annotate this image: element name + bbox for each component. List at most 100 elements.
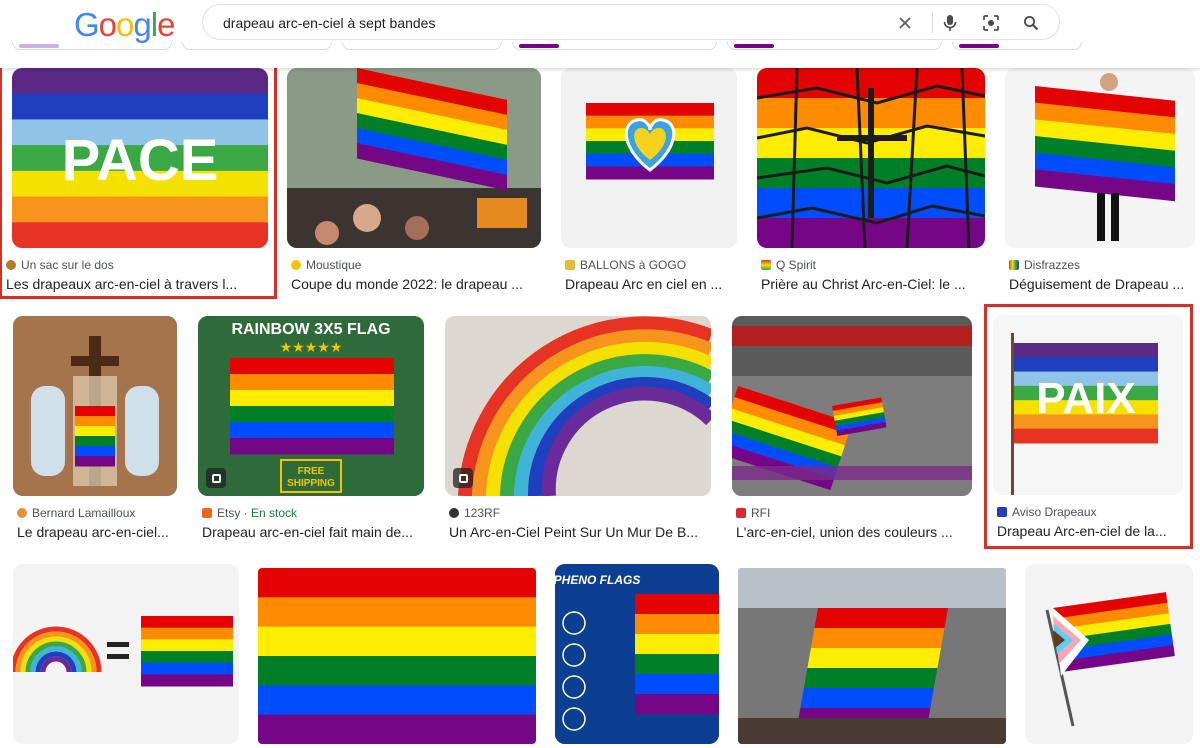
product-tag-icon (206, 468, 226, 488)
microphone-icon[interactable] (940, 13, 960, 33)
result-title[interactable]: Prière au Christ Arc-en-Ciel: le ... (761, 276, 987, 292)
flag-stripe (258, 714, 536, 744)
result-thumbnail[interactable] (1005, 68, 1195, 248)
flag-stripe (141, 627, 233, 640)
result-source[interactable]: 123RF (449, 506, 500, 520)
result-card[interactable]: RFI L'arc-en-ciel, union des couleurs ..… (732, 316, 972, 546)
result-title[interactable]: Le drapeau arc-en-ciel... (17, 524, 179, 540)
flag-stripe (12, 68, 268, 95)
result-card[interactable]: PAIX Aviso Drapeaux Drapeau Arc-en-ciel … (984, 304, 1193, 549)
result-card[interactable]: PHENO FLAGS (555, 564, 719, 744)
result-source[interactable]: Un sac sur le dos (6, 258, 114, 272)
clear-icon[interactable] (895, 13, 915, 33)
result-card[interactable]: BALLONS à GOGO Drapeau Arc en ciel en ..… (561, 68, 737, 298)
rainbow-flag (635, 594, 719, 715)
flag-text: PACE (62, 128, 219, 193)
result-thumbnail[interactable] (445, 316, 711, 496)
stock-status: En stock (251, 506, 298, 520)
flag-stripe (258, 568, 536, 598)
result-title[interactable]: Les drapeaux arc-en-ciel à travers l... (6, 276, 256, 292)
flag-stripe (807, 648, 941, 669)
result-thumbnail[interactable]: PACE (12, 68, 268, 248)
flag-stripe (1014, 357, 1158, 373)
filter-chip[interactable] (952, 42, 1082, 50)
flag-stripe (141, 674, 233, 687)
result-source[interactable]: Disfrazzes (1009, 258, 1080, 272)
search-divider (932, 13, 933, 33)
result-card[interactable] (738, 568, 1006, 744)
result-card[interactable]: 123RF Un Arc-en-Ciel Peint Sur Un Mur De… (445, 316, 713, 546)
flag-stripe (814, 608, 948, 629)
result-source[interactable]: Etsy · En stock (202, 506, 297, 520)
result-source[interactable]: RFI (736, 506, 770, 520)
result-card[interactable]: Moustique Coupe du monde 2022: le drapea… (287, 68, 543, 298)
result-title[interactable]: Drapeau Arc en ciel en ... (565, 276, 739, 292)
rating-stars-icon: ★★★★★ (280, 339, 343, 355)
filter-chip[interactable] (512, 42, 717, 50)
ad-heading: RAINBOW 3X5 FLAG (231, 321, 390, 338)
flag-stripe (141, 662, 233, 675)
flag-stripe (635, 694, 719, 715)
search-box[interactable]: drapeau arc-en-ciel à sept bandes (202, 4, 1060, 40)
result-source[interactable]: BALLONS à GOGO (565, 258, 686, 272)
result-thumbnail[interactable] (757, 68, 985, 248)
result-card[interactable] (1025, 564, 1193, 744)
result-title[interactable]: Coupe du monde 2022: le drapeau ... (291, 276, 539, 292)
flag-stripe (230, 422, 394, 439)
rainbow-flag (1035, 86, 1175, 202)
result-title[interactable]: Un Arc-en-Ciel Peint Sur Un Mur De B... (449, 524, 713, 540)
result-card[interactable] (13, 564, 239, 744)
filter-chips (0, 42, 1200, 50)
result-title[interactable]: Déguisement de Drapeau ... (1009, 276, 1197, 292)
flag-stripe (75, 426, 115, 437)
result-thumbnail[interactable] (738, 568, 1006, 744)
filter-chip[interactable] (182, 42, 332, 50)
result-title[interactable]: Drapeau Arc-en-ciel de la... (997, 523, 1182, 539)
search-icon[interactable] (1021, 13, 1041, 33)
lens-icon[interactable] (981, 13, 1001, 33)
result-thumbnail[interactable] (561, 68, 737, 248)
flag-stripe (12, 93, 268, 120)
result-thumbnail[interactable] (287, 68, 541, 248)
filter-chip[interactable] (12, 42, 172, 50)
result-thumbnail[interactable]: PHENO FLAGS (555, 564, 719, 744)
google-logo[interactable]: Google (74, 6, 175, 44)
result-thumbnail[interactable] (732, 316, 972, 496)
image-icon (453, 468, 473, 488)
result-title[interactable]: L'arc-en-ciel, union des couleurs ... (736, 524, 974, 540)
result-source[interactable]: Q Spirit (761, 258, 816, 272)
flag-stripe (12, 196, 268, 223)
result-card[interactable]: Disfrazzes Déguisement de Drapeau ... (1005, 68, 1195, 298)
filter-chip[interactable] (342, 42, 502, 50)
flag-stripe (230, 406, 394, 423)
result-card[interactable]: Bernard Lamailloux Le drapeau arc-en-cie… (13, 316, 179, 546)
rainbow-flag (75, 406, 115, 467)
flag-stripe (258, 597, 536, 628)
brand-logo: PHENO FLAGS (555, 573, 640, 587)
flag-stripe (75, 416, 115, 427)
logo-letter: o (98, 6, 117, 43)
flag-stripe (230, 390, 394, 407)
filter-chip[interactable] (727, 42, 942, 50)
flag-stripe (1014, 343, 1158, 358)
result-title[interactable]: Drapeau arc-en-ciel fait main de... (202, 524, 426, 540)
result-thumbnail[interactable]: RAINBOW 3X5 FLAG ★★★★★ FREE SHIPPING (198, 316, 424, 496)
result-source[interactable]: Aviso Drapeaux (997, 505, 1097, 519)
result-thumbnail[interactable] (13, 316, 177, 496)
result-thumbnail[interactable] (258, 568, 536, 744)
result-thumbnail[interactable]: PAIX (993, 315, 1183, 495)
result-card[interactable]: Q Spirit Prière au Christ Arc-en-Ciel: l… (757, 68, 985, 298)
result-card[interactable]: RAINBOW 3X5 FLAG ★★★★★ FREE SHIPPING Ets… (198, 316, 426, 546)
logo-letter: g (133, 6, 151, 43)
flag-stripe (75, 406, 115, 417)
flag-stripe (75, 446, 115, 457)
result-thumbnail[interactable] (1025, 564, 1193, 744)
rainbow-flag (230, 358, 394, 455)
search-input[interactable]: drapeau arc-en-ciel à sept bandes (223, 15, 435, 31)
result-source[interactable]: Bernard Lamailloux (17, 506, 135, 520)
result-thumbnail[interactable] (13, 564, 239, 744)
svg-text:SHIPPING: SHIPPING (287, 478, 335, 489)
result-source[interactable]: Moustique (291, 258, 361, 272)
result-card[interactable]: PACE Un sac sur le dos Les drapeaux arc-… (0, 55, 277, 299)
result-card[interactable] (258, 568, 536, 744)
